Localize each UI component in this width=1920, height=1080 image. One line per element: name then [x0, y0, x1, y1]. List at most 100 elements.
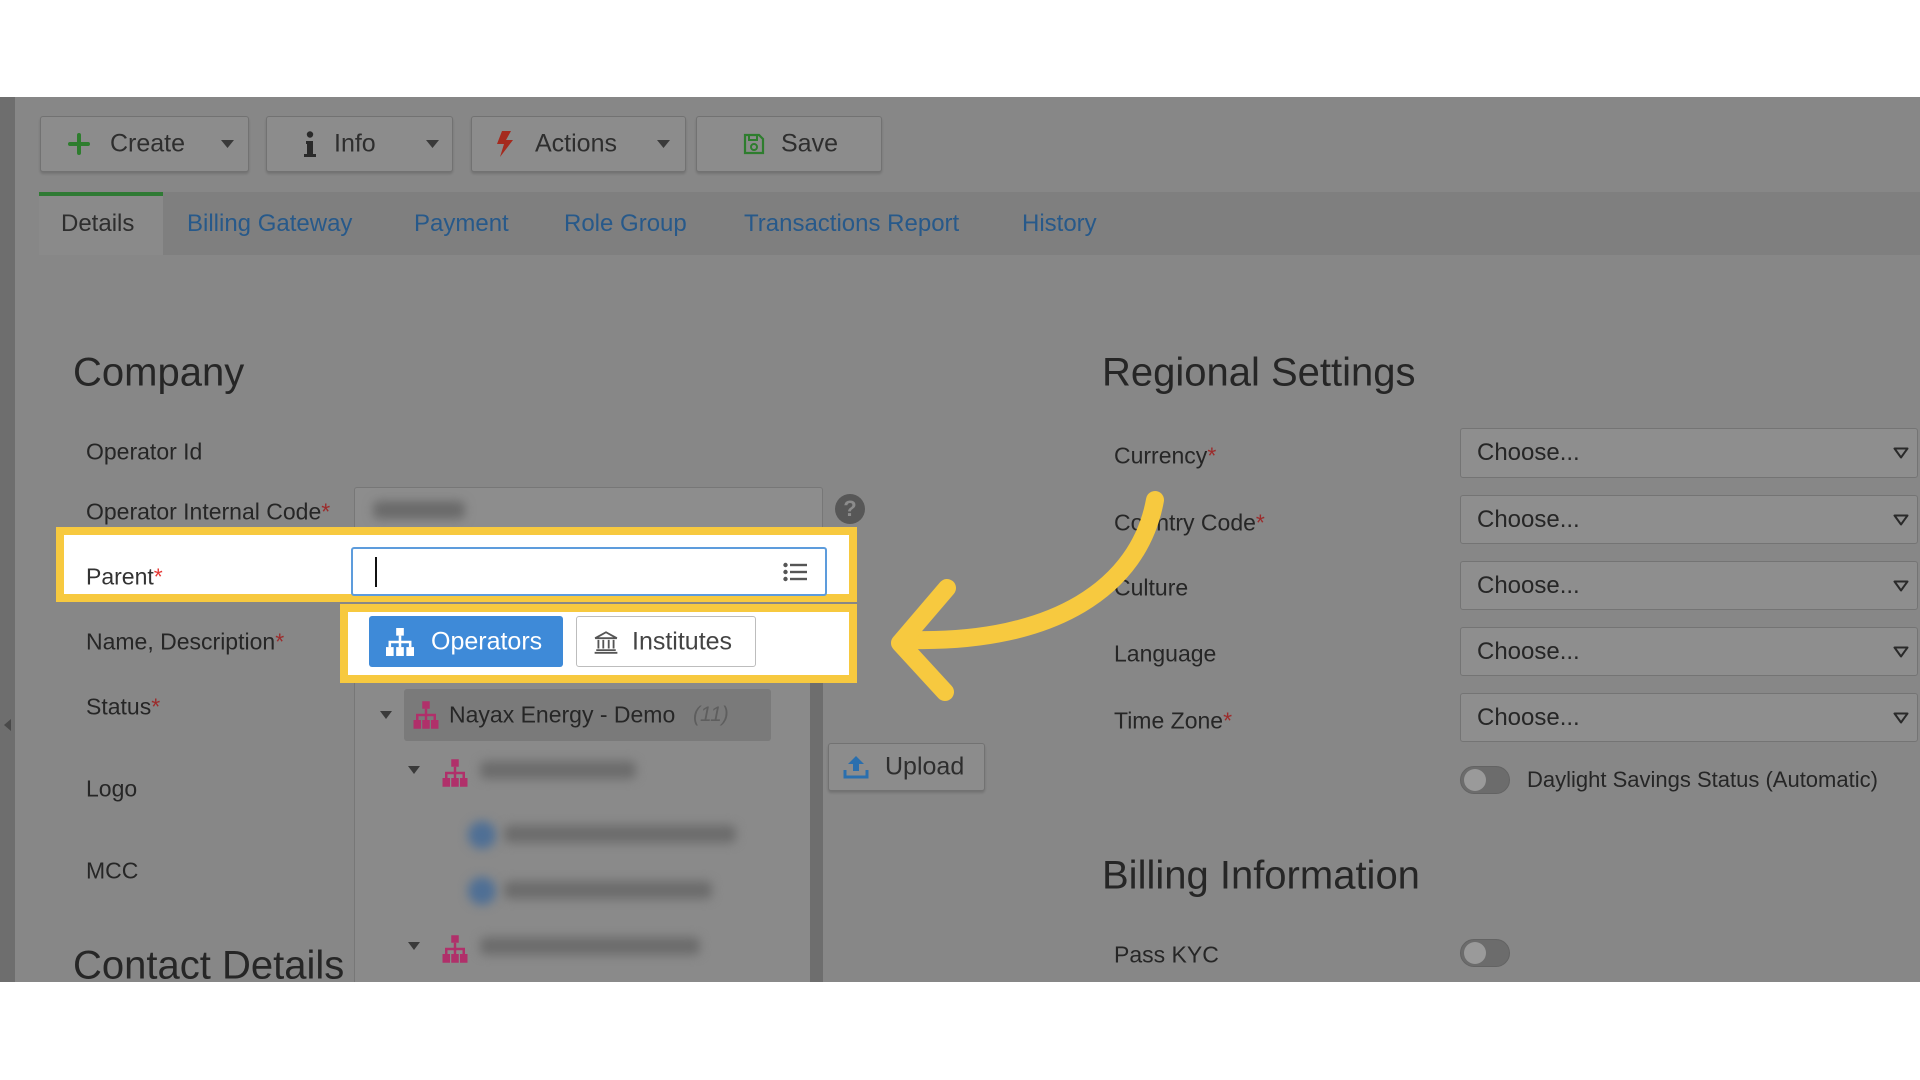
left-sidebar-strip[interactable] [0, 97, 15, 982]
info-button-label: Info [334, 129, 376, 158]
time-zone-label: Time Zone* [1114, 708, 1232, 735]
label-text: Operator Internal Code [86, 498, 322, 525]
list-icon[interactable] [783, 562, 807, 582]
tree-item-blurred[interactable] [504, 881, 712, 899]
operators-tab-button[interactable]: Operators [369, 616, 563, 667]
help-icon[interactable]: ? [835, 494, 865, 524]
culture-select-value: Choose... [1477, 571, 1580, 599]
sitemap-icon [442, 759, 468, 787]
upload-icon [843, 756, 869, 779]
billing-information-heading: Billing Information [1102, 853, 1420, 898]
expand-caret-icon[interactable] [408, 766, 420, 774]
label-text: Parent [86, 563, 154, 590]
currency-label: Currency* [1114, 443, 1216, 470]
parent-input[interactable] [351, 547, 827, 596]
label-text: Language [1114, 640, 1217, 667]
label-text: Time Zone [1114, 707, 1224, 734]
label-text: Country Code [1114, 509, 1256, 536]
sitemap-icon [413, 701, 439, 729]
expand-caret-icon[interactable] [380, 711, 392, 719]
plus-icon [68, 133, 90, 155]
parent-label: Parent* [86, 564, 163, 591]
save-button-label: Save [781, 129, 838, 158]
logo-label: Logo [86, 776, 137, 803]
bank-icon [594, 630, 618, 654]
chevron-down-icon [1893, 447, 1909, 459]
tree-item-label[interactable]: Nayax Energy - Demo [449, 702, 675, 729]
help-glyph: ? [843, 496, 857, 521]
currency-select[interactable]: Choose... [1460, 428, 1918, 478]
save-icon [743, 133, 765, 155]
required-mark: * [1255, 509, 1265, 536]
chevron-down-icon [1893, 646, 1909, 657]
regional-settings-heading: Regional Settings [1102, 350, 1416, 395]
chevron-down-icon [1893, 712, 1909, 723]
info-icon [304, 131, 316, 157]
daylight-savings-label: Daylight Savings Status (Automatic) [1527, 767, 1878, 792]
institutes-tab-label: Institutes [632, 627, 733, 655]
tab-billing-gateway[interactable]: Billing Gateway [187, 210, 352, 238]
info-button[interactable]: Info [266, 116, 453, 172]
tab-transactions-report[interactable]: Transactions Report [744, 210, 959, 238]
upload-button[interactable]: Upload [828, 743, 985, 791]
pass-kyc-toggle[interactable] [1460, 939, 1510, 967]
app-window: Create Info Actions Save Details Billing… [0, 97, 1920, 982]
tab-history[interactable]: History [1022, 210, 1097, 238]
tab-details-label[interactable]: Details [61, 210, 134, 238]
culture-select[interactable]: Choose... [1460, 561, 1918, 610]
culture-label: Culture [1114, 575, 1188, 602]
required-mark: * [1223, 707, 1233, 734]
label-text: Operator Id [86, 438, 203, 465]
label-text: Culture [1114, 574, 1189, 601]
country-code-label: Country Code* [1114, 510, 1265, 537]
tree-scrollbar[interactable] [810, 683, 823, 982]
tree-leaf-icon-blurred [468, 821, 496, 849]
tree-item-blurred[interactable] [480, 761, 636, 779]
actions-button-label: Actions [535, 129, 617, 158]
sitemap-icon [442, 935, 468, 963]
label-text: Logo [86, 775, 138, 802]
tab-role-group[interactable]: Role Group [564, 210, 687, 238]
contact-details-heading: Contact Details [73, 943, 345, 983]
operators-tab-label: Operators [431, 627, 543, 655]
daylight-savings-toggle[interactable] [1460, 766, 1510, 794]
operator-id-label: Operator Id [86, 439, 202, 466]
toggle-knob [1464, 769, 1486, 791]
bolt-icon [497, 131, 513, 157]
tree-item-blurred[interactable] [480, 937, 700, 955]
collapse-left-icon[interactable] [3, 718, 12, 732]
chevron-down-icon[interactable] [657, 140, 670, 148]
country-code-select-value: Choose... [1477, 505, 1580, 533]
time-zone-select-value: Choose... [1477, 703, 1580, 731]
tree-item-count: (11) [693, 703, 729, 726]
upload-button-label: Upload [885, 752, 965, 781]
create-button[interactable]: Create [40, 116, 249, 172]
time-zone-select[interactable]: Choose... [1460, 693, 1918, 742]
tree-item-blurred[interactable] [504, 825, 736, 843]
actions-button[interactable]: Actions [471, 116, 686, 172]
tab-payment[interactable]: Payment [414, 210, 509, 238]
save-button[interactable]: Save [696, 116, 882, 172]
mcc-label: MCC [86, 858, 138, 885]
language-label: Language [1114, 641, 1216, 668]
label-text: Status [86, 693, 152, 720]
sitemap-icon [386, 627, 414, 656]
required-mark: * [153, 563, 163, 590]
required-mark: * [151, 693, 161, 720]
create-button-label: Create [110, 129, 186, 158]
label-text: Currency [1114, 442, 1208, 469]
name-description-label: Name, Description* [86, 629, 284, 656]
status-label: Status* [86, 694, 160, 721]
operator-internal-code-label: Operator Internal Code* [86, 499, 330, 526]
expand-caret-icon[interactable] [408, 942, 420, 950]
required-mark: * [275, 628, 285, 655]
institutes-tab-button[interactable]: Institutes [576, 616, 756, 667]
language-select[interactable]: Choose... [1460, 627, 1918, 676]
country-code-select[interactable]: Choose... [1460, 495, 1918, 544]
tree-leaf-icon-blurred [468, 877, 496, 905]
chevron-down-icon[interactable] [221, 140, 234, 148]
label-text: Name, Description [86, 628, 276, 655]
chevron-down-icon[interactable] [426, 140, 439, 148]
blurred-value [373, 501, 465, 519]
company-heading: Company [73, 350, 245, 395]
